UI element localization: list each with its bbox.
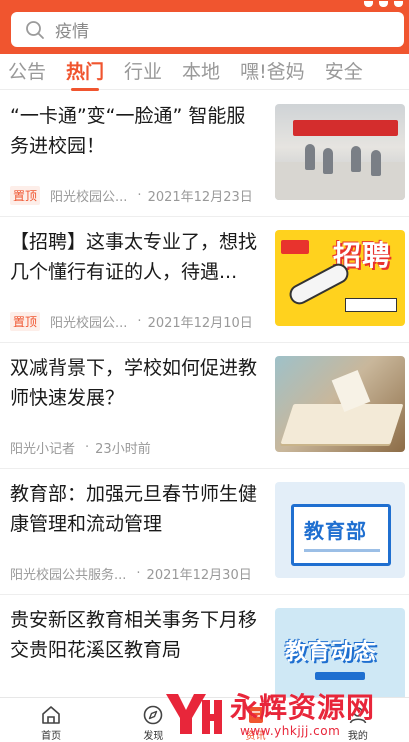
news-source: 阳光小记者 [10,441,76,457]
nav-news[interactable]: 资讯 [216,698,296,742]
search-bar[interactable]: 疫情 [11,12,404,47]
nav-label: 我的 [347,731,368,742]
news-title[interactable]: “一卡通”变“一脸通” 智能服务进校园！ [10,101,262,161]
news-source: 阳光校园公... [50,315,128,331]
news-time: 23小时前 [95,441,151,457]
nav-label: 资讯 [245,731,266,742]
news-thumbnail[interactable] [275,104,405,200]
news-thumbnail[interactable]: 教育动态 [275,608,405,704]
nav-label: 首页 [41,731,62,742]
nav-label: 发现 [143,731,164,742]
news-thumbnail[interactable]: 教育部 [275,482,405,578]
news-meta: 置顶 阳光校园公... · 2021年12月10日 [10,311,266,331]
search-icon [26,20,44,39]
thumbnail-text: 教育部 [304,519,367,543]
tab-announcement[interactable]: 公告 [8,57,46,87]
news-item[interactable]: 教育部：加强元旦春节师生健康管理和流动管理 阳光校园公共服务... · 2021… [0,469,409,595]
compass-icon [144,705,163,725]
news-title[interactable]: 【招聘】这事太专业了，想找几个懂行有证的人，待遇... [10,227,262,287]
news-list: “一卡通”变“一脸通” 智能服务进校园！ 置顶 阳光校园公... · 2021年… [0,91,409,721]
news-icon [248,707,263,723]
tab-parents[interactable]: 嘿!爸妈 [240,57,305,87]
thumbnail-text: 教育动态 [285,640,378,665]
tab-industry[interactable]: 行业 [124,57,162,87]
bottom-nav: 首页 发现 资讯 我的 [0,697,409,742]
news-title[interactable]: 双减背景下，学校如何促进教师快速发展？ [10,353,262,413]
news-source: 阳光校园公... [50,189,128,205]
news-item[interactable]: 【招聘】这事太专业了，想找几个懂行有证的人，待遇... 置顶 阳光校园公... … [0,217,409,343]
nav-home[interactable]: 首页 [11,698,91,742]
news-time: 2021年12月23日 [147,189,253,205]
news-source: 阳光校园公共服务... [10,567,127,583]
news-meta: 置顶 阳光校园公... · 2021年12月23日 [10,185,266,205]
news-meta: 阳光小记者 · 23小时前 [10,439,151,457]
nav-discover[interactable]: 发现 [113,698,193,742]
profile-icon [349,707,367,724]
news-thumbnail[interactable] [275,356,405,452]
news-meta: 阳光校园公共服务... · 2021年12月30日 [10,565,252,583]
news-thumbnail[interactable]: 招聘 [275,230,405,326]
home-icon [42,706,60,724]
news-title[interactable]: 教育部：加强元旦春节师生健康管理和流动管理 [10,479,262,539]
pinned-badge: 置顶 [10,311,41,331]
tab-safety[interactable]: 安全 [325,57,363,87]
top-bar: 疫情 [0,0,409,54]
category-tabs: 公告 热门 行业 本地 嘿!爸妈 安全 [0,54,409,91]
tab-hot[interactable]: 热门 [66,57,104,91]
nav-profile[interactable]: 我的 [318,698,398,742]
pinned-badge: 置顶 [10,185,41,205]
news-item[interactable]: “一卡通”变“一脸通” 智能服务进校园！ 置顶 阳光校园公... · 2021年… [0,91,409,217]
news-title[interactable]: 贵安新区教育相关事务下月移交贵阳花溪区教育局 [10,605,262,665]
tab-local[interactable]: 本地 [182,57,220,87]
news-time: 2021年12月30日 [146,567,252,583]
news-time: 2021年12月10日 [147,315,253,331]
status-icons [364,0,403,8]
search-input[interactable]: 疫情 [55,17,89,42]
news-item[interactable]: 双减背景下，学校如何促进教师快速发展？ 阳光小记者 · 23小时前 [0,343,409,469]
